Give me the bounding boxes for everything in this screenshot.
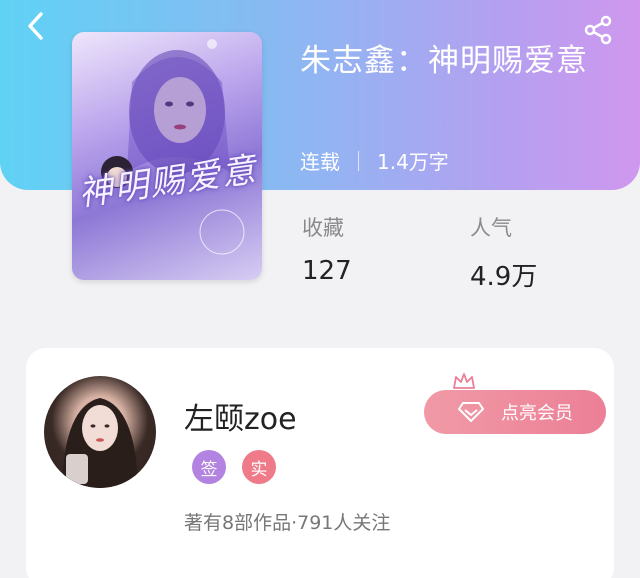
author-name[interactable]: 左颐zoe bbox=[184, 394, 297, 438]
popularity-value: 4.9万 bbox=[470, 262, 538, 292]
activate-vip-button[interactable]: 点亮会员 bbox=[424, 390, 606, 434]
popularity-stat: 人气 4.9万 bbox=[470, 212, 537, 293]
favorites-value: 127 bbox=[302, 256, 352, 286]
chevron-left-icon bbox=[28, 12, 43, 40]
crown-icon bbox=[453, 373, 475, 389]
vip-button-label: 点亮会员 bbox=[501, 403, 573, 424]
book-meta: 连载 1.4万字 bbox=[300, 146, 449, 175]
serial-status: 连载 bbox=[300, 150, 340, 174]
book-title: 朱志鑫：神明赐爱意 bbox=[300, 43, 588, 79]
popularity-label: 人气 bbox=[470, 216, 512, 240]
author-works-followers: 著有8部作品·791人关注 bbox=[184, 512, 391, 534]
back-button[interactable] bbox=[20, 10, 52, 42]
favorites-stat: 收藏 127 bbox=[302, 212, 352, 286]
word-count: 1.4万字 bbox=[377, 150, 449, 174]
meta-divider bbox=[358, 150, 359, 171]
book-cover[interactable]: 神明赐爱意 bbox=[72, 32, 262, 280]
signed-badge: 签 bbox=[192, 450, 226, 484]
author-avatar[interactable] bbox=[44, 376, 156, 488]
diamond-icon bbox=[458, 402, 484, 422]
verified-badge: 实 bbox=[242, 450, 276, 484]
favorites-label: 收藏 bbox=[302, 216, 344, 240]
author-card[interactable]: 左颐zoe 签 实 点亮会员 著有8部作品·791人关注 bbox=[26, 348, 614, 578]
avatar-image bbox=[62, 398, 138, 488]
